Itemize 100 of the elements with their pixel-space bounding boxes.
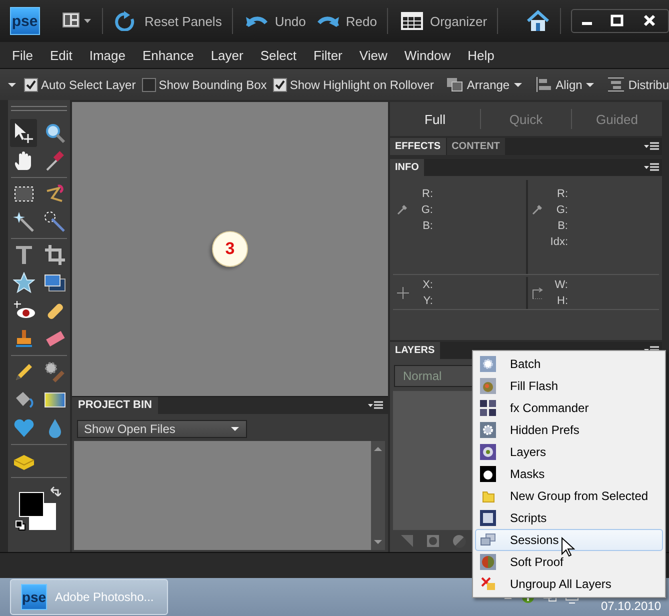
panel-tab[interactable]: LAYERS <box>390 342 440 359</box>
taskbar-button[interactable]: pse Adobe Photosho... <box>10 579 168 615</box>
scroll-down-icon <box>373 538 383 546</box>
checkbox[interactable] <box>24 78 38 92</box>
menu-item[interactable]: Batch <box>475 353 663 375</box>
arrange-icon <box>446 76 464 93</box>
gear-brush-icon <box>44 361 66 383</box>
cross-icon <box>480 576 496 592</box>
crop-icon <box>44 244 66 266</box>
dropdown-button[interactable]: Distribu <box>607 76 669 93</box>
color-swatches-drawing[interactable] <box>17 490 57 530</box>
eyedropper-icon <box>44 150 66 172</box>
panel-tab[interactable]: EFFECTS <box>390 138 446 155</box>
align-icon <box>534 76 553 93</box>
menu-item[interactable]: Layer <box>210 48 244 62</box>
picture-icon <box>480 510 496 526</box>
menu-item[interactable]: Image <box>89 48 126 62</box>
quick-selection-icon <box>44 211 66 233</box>
menu-item[interactable]: Hidden Prefs <box>475 419 663 441</box>
readout-label: G: <box>556 203 568 218</box>
app-logo: pse <box>10 7 40 35</box>
menu-item[interactable]: New Group from Selected <box>475 485 663 507</box>
scroll-up-icon <box>373 445 383 453</box>
heart-icon <box>12 417 34 439</box>
clock-date: 07.10.2010 <box>600 599 661 613</box>
half-circle-icon[interactable] <box>452 534 466 548</box>
reset-button[interactable]: Reset Panels <box>110 11 226 31</box>
readout-label: R: <box>557 187 568 202</box>
readout-label: Y: <box>423 294 433 309</box>
magic-wand-icon <box>12 211 34 233</box>
menu-item[interactable]: Layers <box>475 441 663 463</box>
readout-label: R: <box>422 187 433 202</box>
checkbox[interactable] <box>272 78 287 92</box>
distribute-icon <box>607 76 626 93</box>
panel-tab[interactable]: PROJECT BIN <box>72 397 158 414</box>
panel-menu-icon[interactable] <box>644 142 660 152</box>
menu-item[interactable]: Select <box>260 48 296 62</box>
readout-label: B: <box>422 219 433 234</box>
default-colors-icon[interactable] <box>15 520 26 531</box>
star-icon <box>12 272 34 294</box>
checkbox[interactable] <box>142 78 156 92</box>
panel-tab[interactable]: INFO <box>390 159 424 176</box>
step-number-badge: 3 <box>212 231 248 267</box>
menu-item[interactable]: Masks <box>475 463 663 485</box>
eyedropper-icon <box>532 203 544 215</box>
mask-icon[interactable] <box>426 534 440 548</box>
checkbox-label: Auto Select Layer <box>41 78 136 92</box>
menu-item[interactable]: Window <box>404 48 451 62</box>
checkbox-label: Show Bounding Box <box>158 78 267 92</box>
scrollbar[interactable] <box>371 441 385 550</box>
menu-item[interactable]: Edit <box>50 48 72 62</box>
dropdown-button[interactable]: Arrange <box>446 76 523 93</box>
swap-arrows-icon[interactable] <box>49 486 61 498</box>
panel-menu-icon[interactable] <box>368 400 384 410</box>
gear-icon <box>480 422 496 438</box>
dropdown[interactable]: Show Open Files <box>77 420 247 438</box>
size-corner-icon <box>532 287 544 299</box>
gear-icon <box>480 356 496 372</box>
panel-tab[interactable]: CONTENT <box>446 138 505 155</box>
layout-icon <box>62 12 92 30</box>
half-circle-icon <box>480 554 496 570</box>
move-tool-icon <box>12 122 34 144</box>
house-icon <box>526 10 550 32</box>
panel-menu-icon[interactable] <box>644 162 660 172</box>
grid-icon <box>480 400 496 416</box>
checkbox-label: Show Highlight on Rollover <box>290 78 434 92</box>
menu-item[interactable]: Help <box>468 48 494 62</box>
tool-button[interactable] <box>10 119 37 147</box>
checkmark-icon <box>26 80 36 90</box>
menu-item[interactable]: File <box>12 48 33 62</box>
checkmark-icon <box>274 80 285 90</box>
menu-item[interactable]: Ungroup All Layers <box>475 573 663 595</box>
disc-icon <box>480 444 496 460</box>
menu-item[interactable]: Scripts <box>475 507 663 529</box>
caret-icon <box>230 425 240 433</box>
mouse-cursor-icon <box>560 537 575 557</box>
app-logo: pse <box>21 584 47 610</box>
calendar-icon <box>400 11 424 31</box>
menu-item[interactable]: Enhance <box>142 48 194 62</box>
organizer-button[interactable]: Organizer <box>396 11 492 31</box>
mask-icon <box>480 466 496 482</box>
readout-label: X: <box>422 278 433 293</box>
dropdown-button[interactable]: Align <box>534 76 596 93</box>
readout-label: Idx: <box>550 235 568 250</box>
mode-tab[interactable]: Full <box>390 112 480 126</box>
eyedropper-icon <box>397 203 409 215</box>
windows-icon <box>480 532 496 548</box>
photos-icon <box>44 272 66 294</box>
menu-item[interactable]: Filter <box>314 48 342 62</box>
caret-icon <box>512 80 523 88</box>
menu-item[interactable]: Fill Flash <box>475 375 663 397</box>
menu-item[interactable]: fx Commander <box>475 397 663 419</box>
menu-item[interactable]: View <box>359 48 388 62</box>
magnifier-icon <box>44 122 66 144</box>
readout-label: G: <box>421 203 433 218</box>
crosshair-icon <box>397 287 409 299</box>
readout-label: W: <box>554 278 568 293</box>
undo-button[interactable]: Undo <box>240 11 310 31</box>
redo-button[interactable]: Redo <box>312 11 381 31</box>
readout-label: B: <box>558 219 568 234</box>
